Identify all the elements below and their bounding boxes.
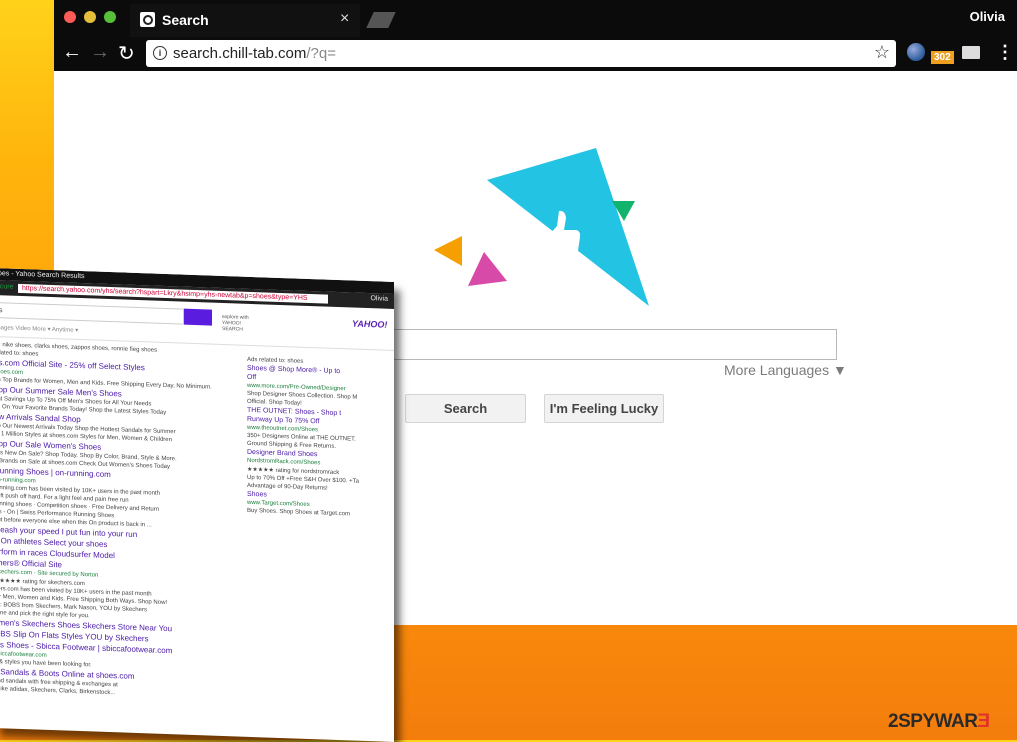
- overlay-yahoo-small: explore with YAHOO! SEARCH: [222, 313, 249, 333]
- feeling-lucky-button[interactable]: I'm Feeling Lucky: [544, 394, 664, 423]
- search-input[interactable]: [359, 329, 837, 360]
- search-button[interactable]: Search: [405, 394, 526, 423]
- overlay-search-button: [184, 308, 212, 326]
- watermark: 2SPYWARƎ: [888, 711, 990, 733]
- logo-main-triangle: [487, 148, 649, 306]
- overlay-secure: ecure: [0, 283, 14, 291]
- logo-orange-triangle: [434, 236, 462, 266]
- overlay-search-input: s: [0, 302, 184, 325]
- overlay-results: ry: nike shoes, clarks shoes, zappos sho…: [0, 342, 234, 702]
- more-languages-link[interactable]: More Languages ▼: [724, 362, 847, 378]
- watermark-text: 2SPYWAR: [888, 711, 978, 732]
- watermark-e: Ǝ: [977, 711, 990, 732]
- logo-pink-triangle: [468, 252, 507, 286]
- overlay-ads: Ads related to: shoes Shoes @ Shop More® …: [247, 357, 387, 521]
- overlay-user: Olivia: [370, 295, 388, 303]
- overlay-yahoo-logo: YAHOO!: [352, 318, 388, 330]
- yahoo-results-screenshot: oes - Yahoo Search Results ecure https:/…: [0, 268, 394, 742]
